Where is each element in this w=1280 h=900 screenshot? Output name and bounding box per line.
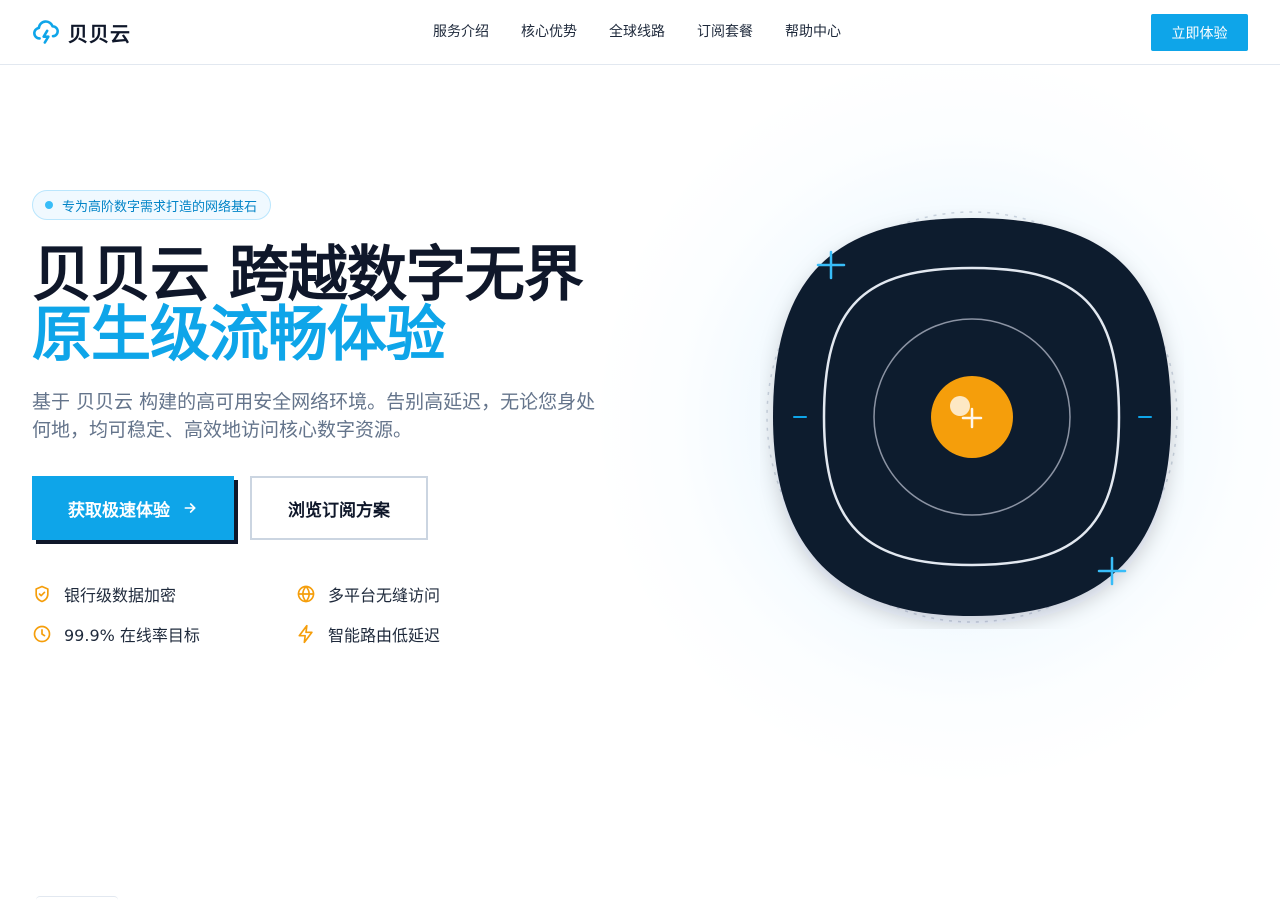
cloud-lightning-icon (33, 20, 59, 44)
nav-link-services[interactable]: 服务介绍 (433, 22, 489, 42)
globe-icon (297, 585, 315, 603)
bottom-scroll-hint (36, 896, 118, 900)
badge-dot (45, 201, 53, 209)
get-fast-experience-button[interactable]: 获取极速体验 (32, 476, 234, 540)
arrow-right-icon (184, 503, 196, 513)
try-now-button[interactable]: 立即体验 (1151, 14, 1248, 51)
feature-text: 多平台无缝访问 (328, 586, 441, 605)
feature-item-uptime: 99.9% 在线率目标 (32, 622, 200, 646)
feature-text: 银行级数据加密 (64, 586, 177, 605)
feature-item-multiplatform: 多平台无缝访问 (296, 582, 440, 606)
nav-links: 服务介绍 核心优势 全球线路 订阅套餐 帮助中心 (433, 22, 841, 42)
feature-text: 99.9% 在线率目标 (64, 626, 200, 645)
zap-icon (298, 624, 313, 644)
network-core-illustration (766, 211, 1178, 623)
nav-link-help[interactable]: 帮助中心 (785, 22, 841, 42)
badge-text: 专为高阶数字需求打造的网络基石 (62, 199, 258, 215)
hero-badge: 专为高阶数字需求打造的网络基石 (32, 190, 272, 220)
feature-item-encryption: 银行级数据加密 (32, 582, 176, 606)
feature-item-smart-routing: 智能路由低延迟 (296, 622, 440, 646)
brand-name: 贝贝云 (68, 21, 131, 46)
primary-button-label: 获取极速体验 (68, 500, 170, 521)
core-highlight (950, 396, 970, 416)
top-navigation: 贝贝云 服务介绍 核心优势 全球线路 订阅套餐 帮助中心 立即体验 (0, 0, 1280, 65)
nav-link-advantages[interactable]: 核心优势 (521, 22, 577, 42)
browse-plans-button[interactable]: 浏览订阅方案 (250, 476, 428, 540)
hero-title-line2: 原生级流畅体验 (32, 300, 446, 370)
nav-link-plans[interactable]: 订阅套餐 (697, 22, 753, 42)
feature-text: 智能路由低延迟 (328, 626, 441, 645)
hero-subtitle: 基于 贝贝云 构建的高可用安全网络环境。告别高延迟，无论您身处何地，均可稳定、高… (32, 391, 596, 441)
clock-icon (33, 625, 51, 643)
brand-logo[interactable]: 贝贝云 (32, 17, 131, 47)
shield-check-icon (35, 585, 49, 603)
nav-link-global-routes[interactable]: 全球线路 (609, 22, 665, 42)
